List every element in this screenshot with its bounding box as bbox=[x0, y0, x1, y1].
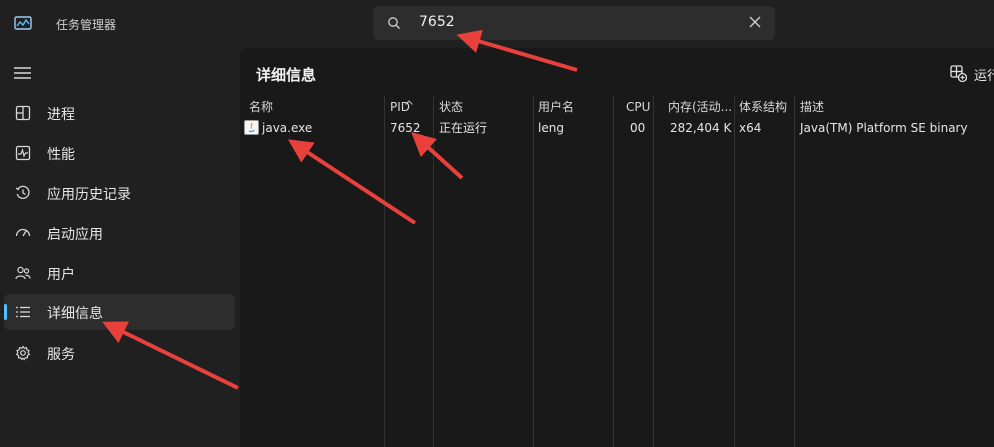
column-header-memory[interactable]: 内存(活动... bbox=[668, 96, 732, 118]
column-header-pid[interactable]: PID bbox=[390, 96, 410, 118]
search-icon bbox=[387, 16, 401, 34]
search-box[interactable]: 7652 bbox=[373, 6, 775, 40]
column-divider bbox=[384, 96, 385, 447]
search-input[interactable]: 7652 bbox=[419, 14, 455, 30]
sidebar-item-startup[interactable]: 启动应用 bbox=[4, 215, 235, 251]
new-task-icon bbox=[950, 65, 968, 86]
app-history-icon bbox=[15, 185, 31, 205]
java-app-icon bbox=[244, 120, 259, 140]
sidebar-item-label: 详细信息 bbox=[47, 306, 103, 322]
task-manager-icon bbox=[14, 15, 32, 35]
menu-icon[interactable] bbox=[14, 66, 32, 84]
process-memory: 282,404 K bbox=[670, 121, 732, 135]
column-divider bbox=[613, 96, 614, 447]
column-header-cpu[interactable]: CPU bbox=[626, 96, 650, 118]
sidebar-item-label: 进程 bbox=[47, 107, 75, 123]
process-cpu: 00 bbox=[630, 121, 646, 135]
sidebar-item-label: 服务 bbox=[47, 347, 75, 363]
performance-icon bbox=[15, 145, 31, 165]
column-header-status[interactable]: 状态 bbox=[439, 96, 463, 118]
column-header-username[interactable]: 用户名 bbox=[538, 96, 574, 118]
column-divider bbox=[794, 96, 795, 447]
sidebar: 进程 性能 应用历史记录 启动应用 用户 详细信息 服务 bbox=[0, 48, 240, 447]
details-panel: 详细信息 运行 名称 PID 状态 用户名 CPU 内存(活动... 体系结构 … bbox=[240, 48, 994, 447]
sidebar-item-details[interactable]: 详细信息 bbox=[4, 294, 235, 330]
sidebar-item-label: 用户 bbox=[47, 267, 75, 283]
page-title: 详细信息 bbox=[256, 66, 317, 84]
sidebar-item-label: 启动应用 bbox=[47, 227, 103, 243]
users-icon bbox=[15, 265, 31, 285]
title-bar: 任务管理器 7652 bbox=[0, 0, 994, 48]
process-pid: 7652 bbox=[390, 121, 421, 135]
process-username: leng bbox=[538, 121, 564, 135]
sidebar-item-label: 性能 bbox=[47, 147, 75, 163]
process-architecture: x64 bbox=[739, 121, 762, 135]
run-new-task-label: 运行 bbox=[974, 69, 994, 84]
process-description: Java(TM) Platform SE binary bbox=[800, 121, 968, 135]
sidebar-item-app-history[interactable]: 应用历史记录 bbox=[4, 175, 235, 211]
sidebar-item-label: 应用历史记录 bbox=[47, 187, 131, 203]
column-header-name[interactable]: 名称 bbox=[249, 96, 273, 118]
app-title: 任务管理器 bbox=[56, 18, 117, 32]
processes-icon bbox=[15, 105, 31, 125]
column-divider bbox=[734, 96, 735, 447]
table-row[interactable]: java.exe 7652 正在运行 leng 00 282,404 K x64… bbox=[240, 118, 994, 138]
column-header-architecture[interactable]: 体系结构 bbox=[739, 96, 787, 118]
column-divider bbox=[433, 96, 434, 447]
details-table: 名称 PID 状态 用户名 CPU 内存(活动... 体系结构 描述 java.… bbox=[240, 96, 994, 447]
column-divider bbox=[533, 96, 534, 447]
sidebar-item-users[interactable]: 用户 bbox=[4, 255, 235, 291]
startup-icon bbox=[15, 225, 31, 245]
close-icon[interactable] bbox=[749, 16, 761, 32]
details-icon bbox=[15, 304, 31, 324]
services-icon bbox=[15, 345, 31, 365]
column-divider bbox=[653, 96, 654, 447]
sidebar-item-services[interactable]: 服务 bbox=[4, 335, 235, 371]
process-name: java.exe bbox=[262, 121, 313, 135]
process-status: 正在运行 bbox=[439, 121, 488, 135]
column-header-description[interactable]: 描述 bbox=[800, 96, 824, 118]
sidebar-item-processes[interactable]: 进程 bbox=[4, 95, 235, 131]
sidebar-item-performance[interactable]: 性能 bbox=[4, 135, 235, 171]
